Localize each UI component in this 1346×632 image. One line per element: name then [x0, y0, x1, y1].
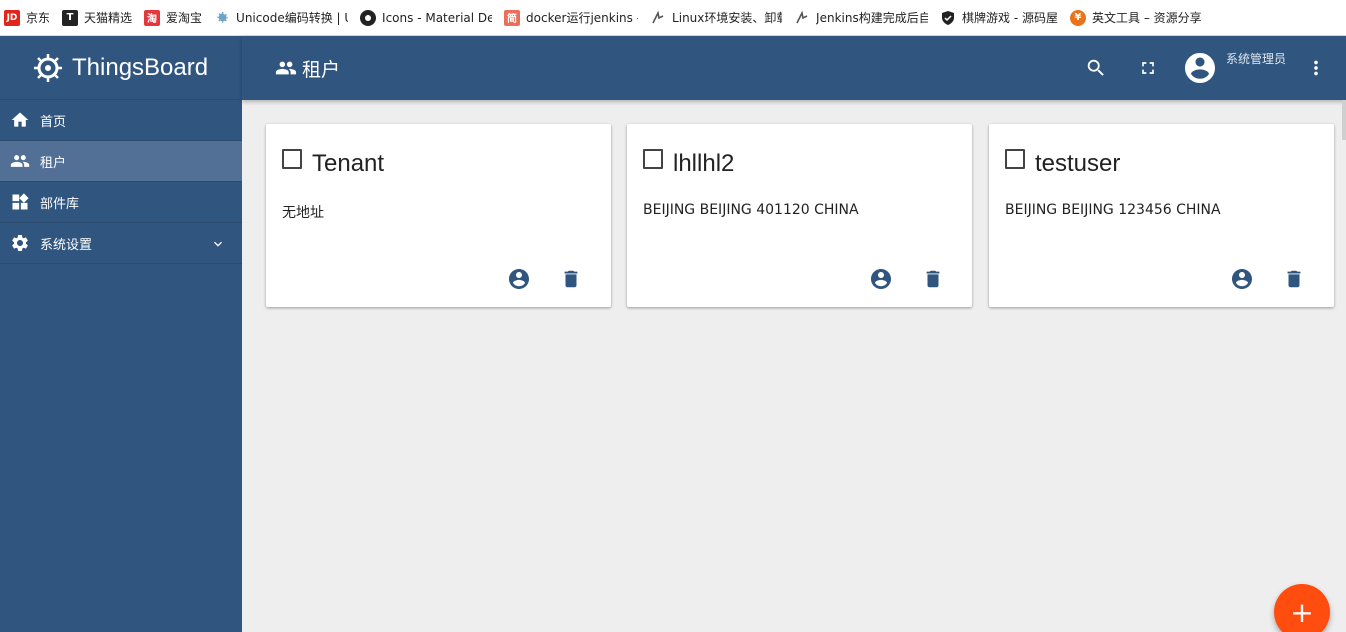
bookmarks-bar: JD 京东 T 天猫精选 淘 爱淘宝 Unicode编码转换 | U Icons…: [0, 0, 1346, 36]
fullscreen-icon: [1142, 62, 1154, 74]
top-toolbar: 租户 系统管理员: [242, 36, 1346, 100]
bookmark-label: 英文工具 – 资源分享: [1092, 11, 1202, 25]
delete-icon: [926, 270, 940, 288]
bookmark-label: 爱淘宝: [166, 11, 203, 25]
tenant-address: 无地址: [282, 205, 324, 221]
user-avatar[interactable]: [1182, 50, 1218, 86]
brand-logo[interactable]: ThingsBoard: [0, 36, 242, 100]
people-icon: [275, 61, 297, 75]
thingsboard-logo-icon: [34, 53, 62, 82]
delete-icon: [564, 270, 578, 288]
bookmark-label: Jenkins构建完成后自: [816, 11, 929, 25]
tenant-address: BEIJING BEIJING 401120 CHINA: [643, 202, 859, 218]
user-role: 系统管理员: [1226, 52, 1287, 66]
tenant-title: Tenant: [312, 150, 385, 177]
bookmark-linux-install[interactable]: Linux环境安装、卸载: [650, 0, 783, 35]
fullscreen-button[interactable]: [1136, 56, 1160, 80]
account-circle-icon: [509, 269, 529, 289]
sidebar-item-label: 租户: [40, 155, 67, 171]
scrollbar[interactable]: [1342, 100, 1346, 140]
bookmark-label: docker运行jenkins -: [526, 11, 639, 25]
gear-icon: [214, 10, 230, 26]
tenant-card[interactable]: testuser BEIJING BEIJING 123456 CHINA: [989, 124, 1334, 307]
search-button[interactable]: [1084, 56, 1108, 80]
tenant-title: lhllhl2: [673, 150, 735, 177]
sidebar-item-widgets[interactable]: 部件库: [0, 182, 242, 223]
tenant-card[interactable]: Tenant 无地址: [266, 124, 611, 307]
bookmark-label: Unicode编码转换 | U: [236, 11, 349, 25]
more-menu-button[interactable]: [1304, 56, 1328, 80]
plus-icon: +: [1290, 595, 1314, 629]
bookmark-material-icons[interactable]: Icons - Material De: [360, 0, 493, 35]
breadcrumb: 租户: [242, 55, 340, 82]
account-circle-icon: [1232, 269, 1252, 289]
bookmark-label: 天猫精选: [84, 11, 133, 25]
tenant-address: BEIJING BEIJING 123456 CHINA: [1005, 202, 1221, 218]
more-vert-icon: [1314, 60, 1318, 76]
tmall-icon: T: [62, 9, 79, 26]
manage-admins-button[interactable]: [507, 267, 531, 291]
bookmark-label: 京东: [26, 11, 51, 25]
delete-button[interactable]: [921, 267, 945, 291]
github-icon: [360, 9, 377, 26]
tenant-title: testuser: [1035, 150, 1121, 177]
bookmark-jd[interactable]: JD 京东: [4, 0, 51, 35]
sidebar-item-system-settings[interactable]: 系统设置: [0, 223, 242, 264]
sidebar-item-label: 首页: [40, 114, 67, 130]
widgets-icon: [12, 193, 29, 210]
search-icon: [1087, 59, 1104, 76]
csdn-icon: [650, 10, 666, 26]
jianshu-icon: 简: [504, 9, 521, 26]
csdn-icon: [794, 10, 810, 26]
bookmark-unicode[interactable]: Unicode编码转换 | U: [214, 0, 349, 35]
manage-admins-button[interactable]: [869, 267, 893, 291]
sidebar: ThingsBoard 首页 租户 部件库 系统设置: [0, 36, 242, 632]
bookmark-english-tools[interactable]: ¥ 英文工具 – 资源分享: [1070, 0, 1208, 35]
shield-icon: [940, 10, 956, 26]
tenant-card[interactable]: lhllhl2 BEIJING BEIJING 401120 CHINA: [627, 124, 972, 307]
brand-name: ThingsBoard: [72, 53, 209, 81]
taobao-icon: 淘: [144, 9, 161, 26]
sidebar-item-home[interactable]: 首页: [0, 100, 242, 141]
manage-admins-button[interactable]: [1230, 267, 1254, 291]
bookmark-docker-jenkins[interactable]: 简 docker运行jenkins -: [504, 0, 639, 35]
sidebar-item-tenants[interactable]: 租户: [0, 141, 242, 182]
people-icon: [10, 155, 30, 167]
account-circle-icon: [871, 269, 891, 289]
sidebar-item-label: 部件库: [40, 196, 80, 212]
bookmark-label: 棋牌游戏 - 源码屋: [962, 11, 1059, 25]
chevron-down-icon[interactable]: [210, 236, 226, 252]
bookmark-tmall[interactable]: T 天猫精选: [62, 0, 133, 35]
delete-button[interactable]: [1282, 267, 1306, 291]
add-tenant-button[interactable]: +: [1274, 584, 1330, 632]
settings-icon: [12, 234, 28, 251]
select-checkbox[interactable]: [643, 149, 663, 169]
bookmark-jenkins-build[interactable]: Jenkins构建完成后自: [794, 0, 929, 35]
bookmark-label: Linux环境安装、卸载: [672, 11, 783, 25]
yen-icon: ¥: [1070, 9, 1087, 26]
home-icon: [11, 112, 29, 127]
bookmark-game-source[interactable]: 棋牌游戏 - 源码屋: [940, 0, 1059, 35]
jd-icon: JD: [4, 9, 20, 26]
account-circle-icon: [1185, 53, 1215, 83]
select-checkbox[interactable]: [282, 149, 302, 169]
page-title: 租户: [302, 58, 341, 81]
select-checkbox[interactable]: [1005, 149, 1025, 169]
delete-icon: [1287, 270, 1301, 288]
sidebar-item-label: 系统设置: [40, 237, 93, 253]
bookmark-taobao[interactable]: 淘 爱淘宝: [144, 0, 203, 35]
delete-button[interactable]: [559, 267, 583, 291]
bookmark-label: Icons - Material De: [382, 10, 493, 25]
